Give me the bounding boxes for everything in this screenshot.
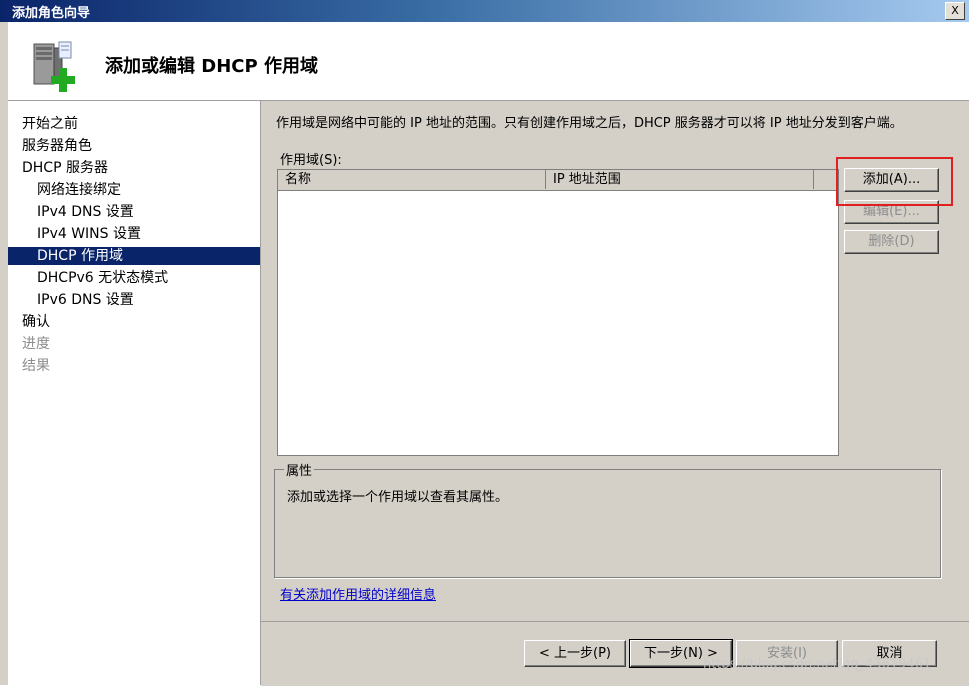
nav-item-ipv6-dns[interactable]: IPv6 DNS 设置: [8, 291, 260, 309]
scopes-label: 作用域(S):: [280, 153, 342, 168]
nav-item-server-roles[interactable]: 服务器角色: [8, 137, 260, 155]
wizard-footer: < 上一步(P) 下一步(N) > 安装(I) 取消: [261, 621, 969, 686]
nav-item-network-binding[interactable]: 网络连接绑定: [8, 181, 260, 199]
wizard-content: 作用域是网络中可能的 IP 地址的范围。只有创建作用域之后，DHCP 服务器才可…: [261, 101, 969, 621]
delete-scope-button: 删除(D): [844, 230, 939, 254]
close-button[interactable]: X: [945, 2, 965, 20]
server-add-icon: [33, 41, 75, 92]
wizard-header: 添加或编辑 DHCP 作用域: [8, 22, 969, 101]
nav-item-dhcp-scopes[interactable]: DHCP 作用域: [8, 247, 260, 265]
scopes-list-header: 名称 IP 地址范围: [278, 170, 838, 191]
wizard-navigation: 开始之前 服务器角色 DHCP 服务器 网络连接绑定 IPv4 DNS 设置 I…: [8, 101, 261, 685]
column-header-ip-range[interactable]: IP 地址范围: [546, 170, 814, 189]
nav-item-confirmation[interactable]: 确认: [8, 313, 260, 331]
page-title: 添加或编辑 DHCP 作用域: [105, 56, 318, 77]
properties-group: 属性 添加或选择一个作用域以查看其属性。: [274, 460, 941, 578]
watermark-text: https://blog.csdn.net/qq_43619461: [703, 657, 932, 672]
more-info-link[interactable]: 有关添加作用域的详细信息: [280, 584, 436, 603]
back-button[interactable]: < 上一步(P): [524, 640, 626, 667]
scope-description: 作用域是网络中可能的 IP 地址的范围。只有创建作用域之后，DHCP 服务器才可…: [276, 116, 903, 131]
window-frame-left: [0, 22, 8, 685]
nav-item-progress: 进度: [22, 336, 50, 352]
nav-item-ipv4-wins[interactable]: IPv4 WINS 设置: [8, 225, 260, 243]
highlight-annotation: [836, 157, 953, 206]
nav-item-dhcp-server[interactable]: DHCP 服务器: [8, 159, 260, 177]
title-bar: 添加角色向导 X: [0, 0, 969, 22]
nav-item-before-you-begin[interactable]: 开始之前: [8, 115, 260, 133]
scopes-list[interactable]: 名称 IP 地址范围: [277, 169, 839, 456]
column-header-name[interactable]: 名称: [278, 170, 546, 189]
nav-item-ipv4-dns[interactable]: IPv4 DNS 设置: [8, 203, 260, 221]
properties-label: 属性: [284, 460, 315, 479]
nav-item-dhcpv6-stateless[interactable]: DHCPv6 无状态模式: [8, 269, 260, 287]
window-title: 添加角色向导: [12, 6, 91, 21]
nav-item-results: 结果: [22, 358, 50, 374]
properties-text: 添加或选择一个作用域以查看其属性。: [287, 490, 509, 505]
